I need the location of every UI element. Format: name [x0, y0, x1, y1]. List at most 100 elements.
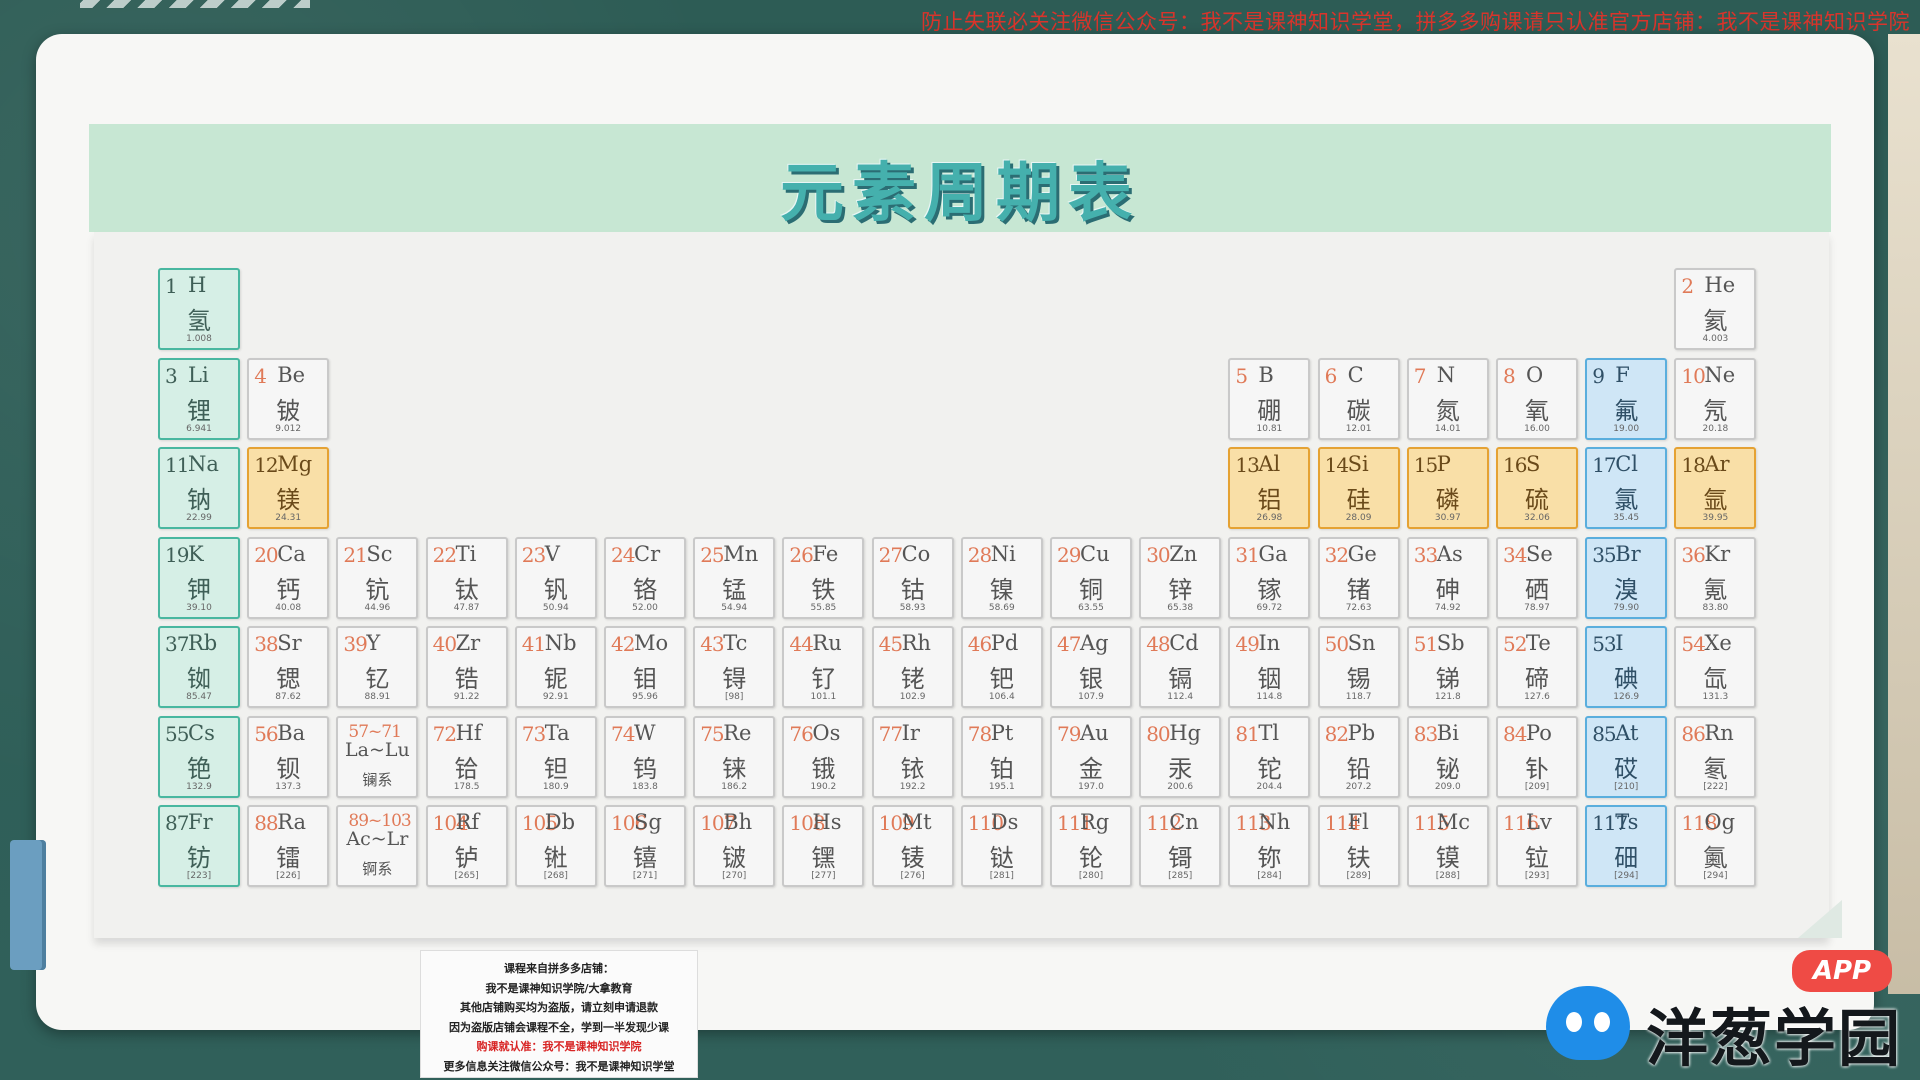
- element-name: 钪: [365, 575, 390, 604]
- element-cell: 105 Db 𬭊 [268]: [514, 805, 597, 887]
- element-mass: 207.2: [1345, 781, 1372, 792]
- element-cell: 53 I 碘 126.9: [1585, 626, 1668, 708]
- element-symbol: Sc: [366, 541, 393, 566]
- element-name: 镆: [1435, 844, 1460, 872]
- element-symbol: Ti: [455, 541, 477, 566]
- element-cell: 56 Ba 钡 137.3: [247, 715, 330, 798]
- element-symbol: Kr: [1704, 541, 1731, 566]
- element-number: 29: [1057, 542, 1081, 567]
- element-name: 锶: [276, 665, 301, 693]
- element-number: 87: [165, 811, 189, 835]
- element-number: 51: [1413, 632, 1438, 656]
- element-symbol: Sn: [1347, 631, 1376, 655]
- element-name: 铊: [1257, 754, 1282, 783]
- element-name: 铝: [1257, 486, 1282, 514]
- element-mass: 190.2: [810, 781, 837, 792]
- element-mass: 55.85: [810, 602, 837, 613]
- element-number: 42: [611, 632, 635, 656]
- element-symbol: Ar: [1704, 452, 1730, 476]
- element-mass: 4.003: [1702, 334, 1729, 344]
- onion-mascot-icon: [1546, 986, 1630, 1060]
- element-mass: [209]: [1524, 781, 1550, 792]
- element-name: 铼: [722, 754, 747, 783]
- element-number: 2: [1681, 274, 1694, 298]
- element-mass: [276]: [900, 871, 925, 881]
- element-cell: 14 Si 硅 28.09: [1317, 447, 1400, 529]
- element-mass: 65.38: [1167, 602, 1194, 613]
- element-mass: 14.01: [1434, 423, 1461, 434]
- element-name: 汞: [1168, 754, 1193, 783]
- element-mass: 79.90: [1613, 602, 1640, 613]
- element-symbol: Rf: [455, 810, 480, 834]
- element-number: 74: [611, 721, 635, 746]
- element-cell: 16 S 硫 32.06: [1496, 447, 1578, 529]
- element-cell: 104 Rf 𬬻 [265]: [425, 805, 508, 887]
- element-cell: 54 Xe 氙 131.3: [1674, 626, 1757, 708]
- element-number: 44: [789, 632, 813, 656]
- notice-line: 其他店铺购买均为盗版，请立刻申请退款: [460, 1001, 658, 1014]
- element-cell: 31 Ga 镓 69.72: [1228, 536, 1311, 619]
- element-symbol: P: [1436, 452, 1451, 476]
- element-name: 铪: [454, 754, 479, 783]
- element-cell: 44 Ru 钌 101.1: [782, 626, 865, 708]
- element-symbol: Mt: [901, 810, 932, 834]
- periodic-table: 1 H 氢 1.008 2 He 氦 4.003 3 Li 锂 6.941 4 Be 铍 9.012 5 B 硼 10…: [94, 232, 1829, 938]
- element-mass: 16.00: [1524, 423, 1550, 434]
- notice-line-highlight: 购课就认准：我不是课神知识学院: [476, 1040, 642, 1053]
- purchase-notice: 课程来自拼多多店铺： 我不是课神知识学院/大拿教育 其他店铺购买均为盗版，请立刻…: [420, 950, 698, 1078]
- element-symbol: Rh: [901, 631, 931, 655]
- element-symbol: Ne: [1704, 362, 1736, 387]
- element-mass: 50.94: [542, 602, 569, 613]
- element-symbol: Ac~Lr: [346, 828, 409, 850]
- element-mass: 40.08: [275, 602, 302, 613]
- element-number: 34: [1503, 542, 1527, 567]
- element-symbol: Mg: [277, 452, 313, 476]
- element-symbol: Og: [1704, 810, 1736, 834]
- element-symbol: Db: [544, 810, 576, 834]
- element-symbol: Fl: [1347, 810, 1369, 834]
- element-name: 溴: [1614, 575, 1639, 604]
- element-name: 铱: [900, 754, 925, 783]
- element-cell: 81 Tl 铊 204.4: [1228, 715, 1311, 798]
- element-number: 19: [165, 542, 189, 567]
- element-name: 氟: [1614, 396, 1639, 425]
- element-number: 28: [967, 542, 992, 567]
- element-symbol: Na: [188, 452, 219, 476]
- element-number: 21: [343, 542, 367, 567]
- element-name: 氧: [1525, 396, 1549, 425]
- element-mass: [222]: [1703, 781, 1728, 792]
- element-mass: 186.2: [721, 781, 748, 792]
- element-symbol: Cr: [634, 541, 661, 566]
- element-mass: 39.10: [186, 602, 212, 613]
- element-cell: 10 Ne 氖 20.18: [1674, 357, 1757, 440]
- element-cell: 110 Ds 𫟼 [281]: [960, 805, 1043, 887]
- element-symbol: Ni: [990, 541, 1016, 566]
- element-cell: 74 W 钨 183.8: [604, 715, 686, 798]
- element-number: 80: [1146, 721, 1170, 746]
- element-mass: [277]: [811, 871, 836, 881]
- element-name: 𬭛: [722, 844, 747, 872]
- element-name: 铷: [187, 665, 211, 693]
- element-mass: 24.31: [275, 513, 302, 523]
- element-number: 14: [1324, 453, 1349, 477]
- element-number: 55: [165, 721, 189, 746]
- element-name: 镁: [276, 486, 301, 514]
- element-name: 金: [1079, 754, 1103, 783]
- element-mass: 114.8: [1256, 692, 1283, 702]
- element-mass: 178.5: [453, 781, 480, 792]
- element-symbol: Ga: [1258, 541, 1288, 566]
- element-cell: 11 Na 钠 22.99: [158, 447, 240, 529]
- element-name: 锌: [1168, 575, 1193, 604]
- element-cell: 57~71 La~Lu 镧系: [336, 715, 419, 798]
- element-cell: 109 Mt 鿏 [276]: [871, 805, 954, 887]
- element-name: 铅: [1346, 754, 1371, 783]
- element-cell: 38 Sr 锶 87.62: [247, 626, 330, 708]
- element-mass: 92.91: [542, 692, 569, 702]
- element-cell: 84 Po 钋 [209]: [1496, 715, 1578, 798]
- element-mass: 132.9: [186, 781, 212, 792]
- element-name: 碲: [1525, 665, 1549, 693]
- element-cell: 26 Fe 铁 55.85: [782, 536, 865, 619]
- element-mass: 6.941: [186, 423, 212, 434]
- element-cell: 18 Ar 氩 39.95: [1674, 447, 1757, 529]
- element-mass: 131.3: [1702, 692, 1729, 702]
